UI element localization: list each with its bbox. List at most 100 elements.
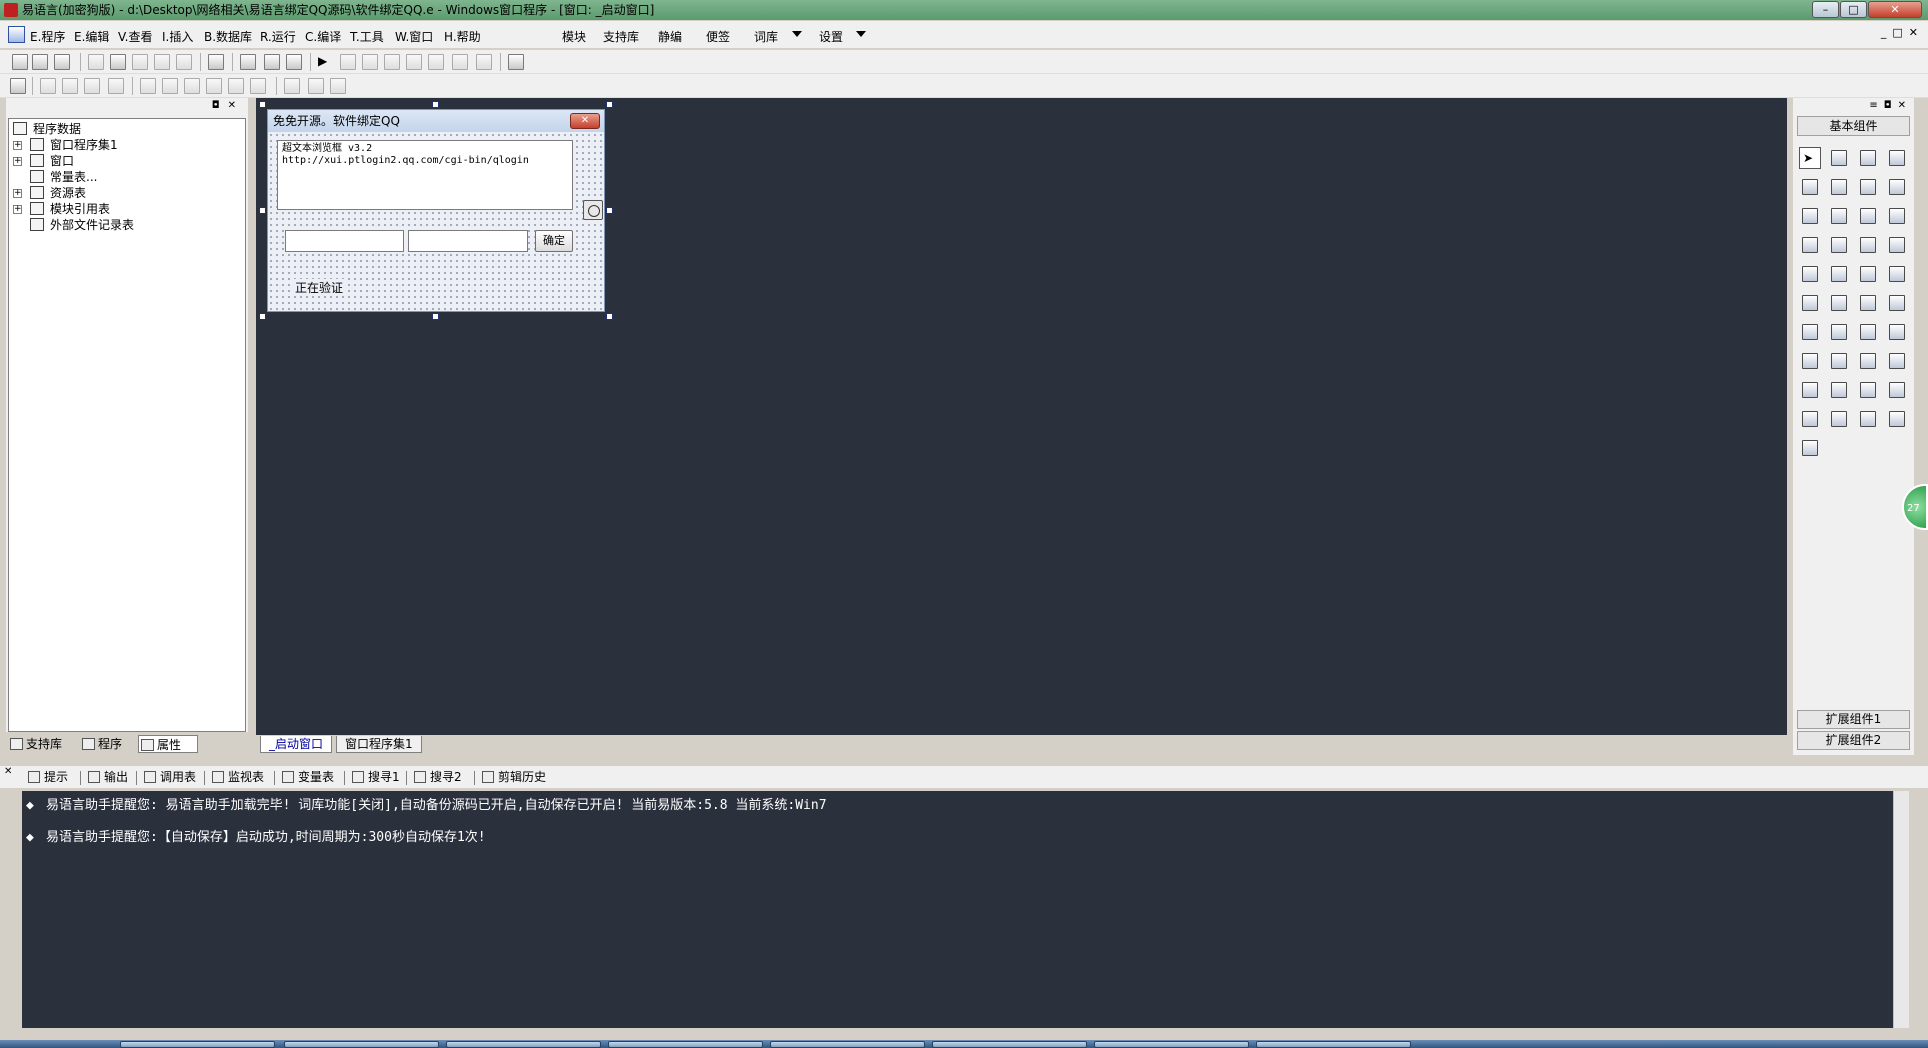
menu-support-lib[interactable]: 支持库 bbox=[603, 28, 639, 45]
breakpoint-icon[interactable] bbox=[452, 54, 468, 70]
menu-help[interactable]: H.帮助 bbox=[444, 28, 481, 45]
same-width-icon[interactable] bbox=[228, 78, 244, 94]
taskbar-app[interactable] bbox=[608, 1041, 763, 1048]
button-tool-icon[interactable] bbox=[1828, 292, 1850, 314]
selection-handle[interactable] bbox=[432, 313, 439, 320]
output-panel-controls[interactable]: ✕ bbox=[4, 766, 12, 777]
tree-tool-icon[interactable] bbox=[1799, 408, 1821, 430]
menu-compile[interactable]: C.编译 bbox=[305, 28, 341, 45]
radio-tool-icon[interactable] bbox=[1828, 205, 1850, 227]
menu-window[interactable]: W.窗口 bbox=[395, 28, 433, 45]
taskbar-app[interactable] bbox=[446, 1041, 601, 1048]
align-bottom-icon[interactable] bbox=[108, 78, 124, 94]
chart-tool-icon[interactable] bbox=[1857, 408, 1879, 430]
combobox-tool-icon[interactable] bbox=[1857, 205, 1879, 227]
rich-edit-tool-icon[interactable] bbox=[1886, 292, 1908, 314]
taskbar-app[interactable] bbox=[770, 1041, 925, 1048]
output-scrollbar[interactable] bbox=[1893, 791, 1909, 1028]
tab-startup-window[interactable]: _启动窗口 bbox=[260, 736, 333, 753]
tab-search-2[interactable]: 搜寻2 bbox=[412, 769, 462, 786]
new-file-icon[interactable] bbox=[12, 54, 28, 70]
grid-icon[interactable] bbox=[10, 78, 26, 94]
checkbox-tool-icon[interactable] bbox=[1799, 205, 1821, 227]
fit-width-icon[interactable] bbox=[284, 78, 300, 94]
text-tool-icon[interactable] bbox=[1857, 176, 1879, 198]
tab-control-tool-icon[interactable] bbox=[1828, 263, 1850, 285]
minimize-button[interactable]: – bbox=[1812, 1, 1839, 18]
layout-bottom-icon[interactable] bbox=[264, 54, 280, 70]
line-tool-icon[interactable] bbox=[1886, 176, 1908, 198]
client-tool-icon[interactable] bbox=[1857, 350, 1879, 372]
tab-support-lib[interactable]: 支持库 bbox=[8, 735, 62, 753]
taskbar-app[interactable] bbox=[284, 1041, 439, 1048]
taskbar-app[interactable] bbox=[932, 1041, 1087, 1048]
distribute-horizontal-icon[interactable] bbox=[206, 78, 222, 94]
hand-icon[interactable] bbox=[476, 54, 492, 70]
timer-icon[interactable] bbox=[583, 200, 603, 220]
selection-handle[interactable] bbox=[606, 101, 613, 108]
tab-call-stack[interactable]: 调用表 bbox=[142, 769, 196, 786]
same-height-icon[interactable] bbox=[250, 78, 266, 94]
slider-tool-icon[interactable] bbox=[1799, 263, 1821, 285]
chevron-down-icon[interactable] bbox=[792, 31, 802, 37]
find-icon[interactable] bbox=[208, 54, 224, 70]
maximize-button[interactable]: □ bbox=[1840, 1, 1867, 18]
run-icon[interactable]: ▶ bbox=[318, 54, 334, 70]
designed-form[interactable]: 免免开源。软件绑定QQ ✕ 超文本浏览框 v3.2 http://xui.ptl… bbox=[267, 109, 605, 312]
printer-tool-icon[interactable] bbox=[1828, 350, 1850, 372]
align-right-icon[interactable] bbox=[62, 78, 78, 94]
menu-view[interactable]: V.查看 bbox=[118, 28, 152, 45]
selection-handle[interactable] bbox=[606, 207, 613, 214]
fit-height-icon[interactable] bbox=[308, 78, 324, 94]
confirm-button[interactable]: 确定 bbox=[535, 230, 573, 252]
selection-handle[interactable] bbox=[259, 313, 266, 320]
hscroll-tool-icon[interactable] bbox=[1828, 234, 1850, 256]
tree-item-window-assembly[interactable]: + 窗口程序集1 bbox=[13, 137, 213, 153]
undo-icon[interactable] bbox=[176, 54, 192, 70]
expand-icon[interactable]: + bbox=[13, 141, 22, 150]
tree-item-resources[interactable]: + 资源表 bbox=[13, 185, 213, 201]
database-tool-icon[interactable] bbox=[1828, 321, 1850, 343]
group-box-tool-icon[interactable] bbox=[1828, 176, 1850, 198]
dialog-tool-icon[interactable] bbox=[1886, 379, 1908, 401]
menu-tools[interactable]: T.工具 bbox=[350, 28, 384, 45]
list-view-tool-icon[interactable] bbox=[1799, 234, 1821, 256]
selection-handle[interactable] bbox=[432, 101, 439, 108]
frame-tool-icon[interactable] bbox=[1886, 263, 1908, 285]
tab-output[interactable]: 输出 bbox=[86, 769, 128, 786]
menu-run[interactable]: R.运行 bbox=[260, 28, 296, 45]
chevron-down-icon[interactable] bbox=[856, 31, 866, 37]
align-top-icon[interactable] bbox=[84, 78, 100, 94]
status-bar-tool-icon[interactable] bbox=[1886, 321, 1908, 343]
listbox-tool-icon[interactable] bbox=[1886, 205, 1908, 227]
form-body[interactable]: 超文本浏览框 v3.2 http://xui.ptlogin2.qq.com/c… bbox=[268, 132, 604, 311]
save-icon[interactable] bbox=[54, 54, 70, 70]
open-folder-icon[interactable] bbox=[32, 54, 48, 70]
serial-port-tool-icon[interactable] bbox=[1828, 379, 1850, 401]
form-close-button[interactable]: ✕ bbox=[570, 113, 600, 129]
paste-icon[interactable] bbox=[132, 54, 148, 70]
toolbox-basic-components[interactable]: 基本组件 bbox=[1797, 116, 1910, 136]
image-button-tool-icon[interactable] bbox=[1857, 292, 1879, 314]
grid-table-tool-icon[interactable] bbox=[1799, 321, 1821, 343]
menu-edit[interactable]: E.编辑 bbox=[74, 28, 109, 45]
ide-logo-icon[interactable] bbox=[8, 26, 25, 43]
mdi-window-controls[interactable]: _□✕ bbox=[1881, 26, 1924, 39]
menu-insert[interactable]: I.插入 bbox=[162, 28, 193, 45]
shape-tool-icon[interactable] bbox=[1886, 147, 1908, 169]
menu-database[interactable]: B.数据库 bbox=[204, 28, 252, 45]
step-over-icon[interactable] bbox=[406, 54, 422, 70]
taskbar-app[interactable] bbox=[1256, 1041, 1411, 1048]
tab-watch[interactable]: 监视表 bbox=[210, 769, 264, 786]
edit-box-tool-icon[interactable] bbox=[1799, 176, 1821, 198]
expand-icon[interactable]: + bbox=[13, 205, 22, 214]
tab-clipboard-history[interactable]: 剪辑历史 bbox=[480, 769, 546, 786]
spin-tool-icon[interactable] bbox=[1857, 321, 1879, 343]
cut-icon[interactable] bbox=[88, 54, 104, 70]
password-input[interactable] bbox=[408, 230, 528, 252]
tree-item-window[interactable]: + 窗口 bbox=[13, 153, 213, 169]
distribute-vertical-icon[interactable] bbox=[184, 78, 200, 94]
selection-handle[interactable] bbox=[259, 207, 266, 214]
stop-icon[interactable] bbox=[340, 54, 356, 70]
tree-item-program-data[interactable]: 程序数据 bbox=[13, 121, 213, 137]
